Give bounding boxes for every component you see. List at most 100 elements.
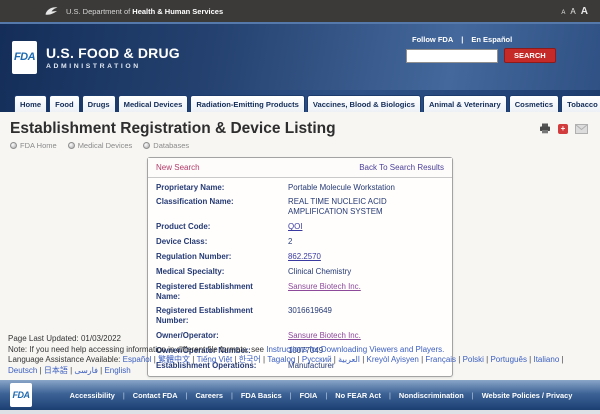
table-row: Device Class:2 (148, 235, 452, 250)
format-note-text: Note: If you need help accessing informa… (8, 345, 266, 354)
table-row: Regulation Number:862.2570 (148, 249, 452, 264)
footer-fda-logo[interactable]: FDA (10, 383, 32, 407)
page-header: Establishment Registration & Device List… (0, 112, 600, 150)
table-row: Medical Specialty:Clinical Chemistry (148, 264, 452, 279)
footer-link-fda-basics[interactable]: FDA Basics (233, 391, 290, 400)
language-link-ti-ng-vi-t[interactable]: Tiếng Việt (197, 355, 233, 364)
nav-tab-drugs[interactable]: Drugs (82, 95, 116, 112)
language-link-fran-ais[interactable]: Français (425, 355, 456, 364)
nav-tab-vaccines-blood-biologics[interactable]: Vaccines, Blood & Biologics (307, 95, 421, 112)
last-updated-text: Page Last Updated: 01/03/2022 (8, 334, 594, 344)
breadcrumb-label: Databases (153, 141, 189, 150)
regulation-number-link[interactable]: 862.2570 (288, 252, 321, 261)
breadcrumb-bullet-icon (143, 142, 150, 149)
language-assistance: Language Assistance Available: Español |… (8, 355, 594, 376)
header-links-divider: | (461, 35, 463, 44)
language-link-[interactable]: Русский (302, 355, 332, 364)
nav-tab-food[interactable]: Food (49, 95, 80, 112)
field-value: Clinical Chemistry (280, 264, 452, 279)
footer-link-foia[interactable]: FOIA (292, 391, 326, 400)
breadcrumb: FDA Home Medical Devices Databases (10, 141, 590, 150)
email-icon[interactable] (575, 124, 588, 134)
field-value: Sansure Biotech Inc. (280, 279, 452, 304)
hhs-department-prefix: U.S. Department of (66, 7, 132, 16)
breadcrumb-medical-devices[interactable]: Medical Devices (68, 141, 133, 150)
follow-fda-link[interactable]: Follow FDA (412, 35, 453, 44)
fda-logo[interactable]: FDA (12, 41, 37, 74)
page-title: Establishment Registration & Device List… (10, 120, 590, 138)
footer-link-no-fear-act[interactable]: No FEAR Act (327, 391, 389, 400)
new-search-link[interactable]: New Search (156, 163, 200, 172)
breadcrumb-bullet-icon (68, 142, 75, 149)
search-button[interactable]: SEARCH (504, 48, 556, 63)
breadcrumb-bullet-icon (10, 142, 17, 149)
language-link-portugu-s[interactable]: Português (490, 355, 526, 364)
en-espanol-link[interactable]: En Español (471, 35, 512, 44)
language-link-[interactable]: 한국어 (239, 355, 261, 364)
language-link-[interactable]: 日本語 (44, 366, 68, 375)
viewers-players-link[interactable]: Instructions for Downloading Viewers and… (266, 345, 444, 354)
language-separator: | (559, 355, 563, 364)
language-assistance-label: Language Assistance Available: (8, 355, 123, 364)
table-row: Product Code: QOI (148, 220, 452, 235)
nav-tab-animal-veterinary[interactable]: Animal & Veterinary (423, 95, 507, 112)
nav-tab-tobacco-products[interactable]: Tobacco Products (561, 95, 600, 112)
field-value: 3016619649 (280, 304, 452, 329)
nav-tab-medical-devices[interactable]: Medical Devices (118, 95, 189, 112)
search-input[interactable] (406, 49, 498, 63)
language-link-espa-ol[interactable]: Español (123, 355, 152, 364)
field-value: 862.2570 (280, 249, 452, 264)
language-link-english[interactable]: English (104, 366, 130, 375)
text-size-small-button[interactable]: A (561, 10, 565, 16)
field-value: Portable Molecule Workstation (280, 180, 452, 195)
footer-link-nondiscrimination[interactable]: Nondiscrimination (391, 391, 472, 400)
footer-links: Accessibility|Contact FDA|Careers|FDA Ba… (52, 391, 590, 400)
footer-link-accessibility[interactable]: Accessibility (62, 391, 123, 400)
text-size-controls: A A A (561, 6, 588, 17)
main-nav: HomeFoodDrugsMedical DevicesRadiation-Em… (0, 90, 600, 112)
language-link-[interactable]: 繁體中文 (158, 355, 190, 364)
printer-icon[interactable] (539, 123, 551, 134)
breadcrumb-databases[interactable]: Databases (143, 141, 189, 150)
page-action-icons: + (539, 123, 588, 134)
text-size-medium-button[interactable]: A (570, 7, 575, 16)
share-icon[interactable]: + (558, 124, 568, 134)
field-label: Proprietary Name: (148, 180, 280, 195)
footer-link-careers[interactable]: Careers (187, 391, 231, 400)
language-link-[interactable]: فارسی (74, 366, 98, 375)
language-link-krey-l-ayisyen[interactable]: Kreyòl Ayisyen (367, 355, 419, 364)
breadcrumb-fda-home[interactable]: FDA Home (10, 141, 57, 150)
field-label: Medical Specialty: (148, 264, 280, 279)
language-link-italiano[interactable]: Italiano (533, 355, 559, 364)
language-link-[interactable]: العربية (338, 355, 360, 364)
back-to-results-link[interactable]: Back To Search Results (359, 163, 444, 172)
table-row: Classification Name:REAL TIME NUCLEIC AC… (148, 195, 452, 220)
hhs-top-bar: U.S. Department of Health & Human Servic… (0, 0, 600, 22)
field-label: Product Code: (148, 220, 280, 235)
table-row: Proprietary Name:Portable Molecule Works… (148, 180, 452, 195)
nav-tab-cosmetics[interactable]: Cosmetics (509, 95, 559, 112)
nav-tab-home[interactable]: Home (14, 95, 47, 112)
field-label: Device Class: (148, 235, 280, 250)
fda-brand: U.S. FOOD & DRUG ADMINISTRATION (46, 45, 180, 70)
table-row: Registered Establishment Number:30166196… (148, 304, 452, 329)
table-row: Registered Establishment Name: Sansure Bi… (148, 279, 452, 304)
breadcrumb-label: Medical Devices (78, 141, 133, 150)
field-label: Registered Establishment Name: (148, 279, 280, 304)
hhs-department-link[interactable]: U.S. Department of Health & Human Servic… (66, 7, 223, 16)
product-code-link[interactable]: QOI (288, 222, 302, 231)
hhs-eagle-icon (44, 5, 59, 18)
fda-brand-line1: U.S. FOOD & DRUG (46, 45, 180, 61)
text-size-large-button[interactable]: A (581, 6, 588, 17)
footer-link-website-policies-privacy[interactable]: Website Policies / Privacy (474, 391, 581, 400)
hhs-department-name: Health & Human Services (132, 7, 223, 16)
footer-link-contact-fda[interactable]: Contact FDA (125, 391, 186, 400)
format-note: Note: If you need help accessing informa… (8, 345, 594, 355)
fda-header: FDA U.S. FOOD & DRUG ADMINISTRATION Foll… (0, 22, 600, 90)
language-link-polski[interactable]: Polski (463, 355, 484, 364)
nav-tab-radiation-emitting-products[interactable]: Radiation-Emitting Products (190, 95, 305, 112)
registered-establishment-name-link[interactable]: Sansure Biotech Inc. (288, 282, 361, 291)
language-link-tagalog[interactable]: Tagalog (267, 355, 295, 364)
fda-brand-line2: ADMINISTRATION (46, 63, 180, 70)
language-link-deutsch[interactable]: Deutsch (8, 366, 37, 375)
